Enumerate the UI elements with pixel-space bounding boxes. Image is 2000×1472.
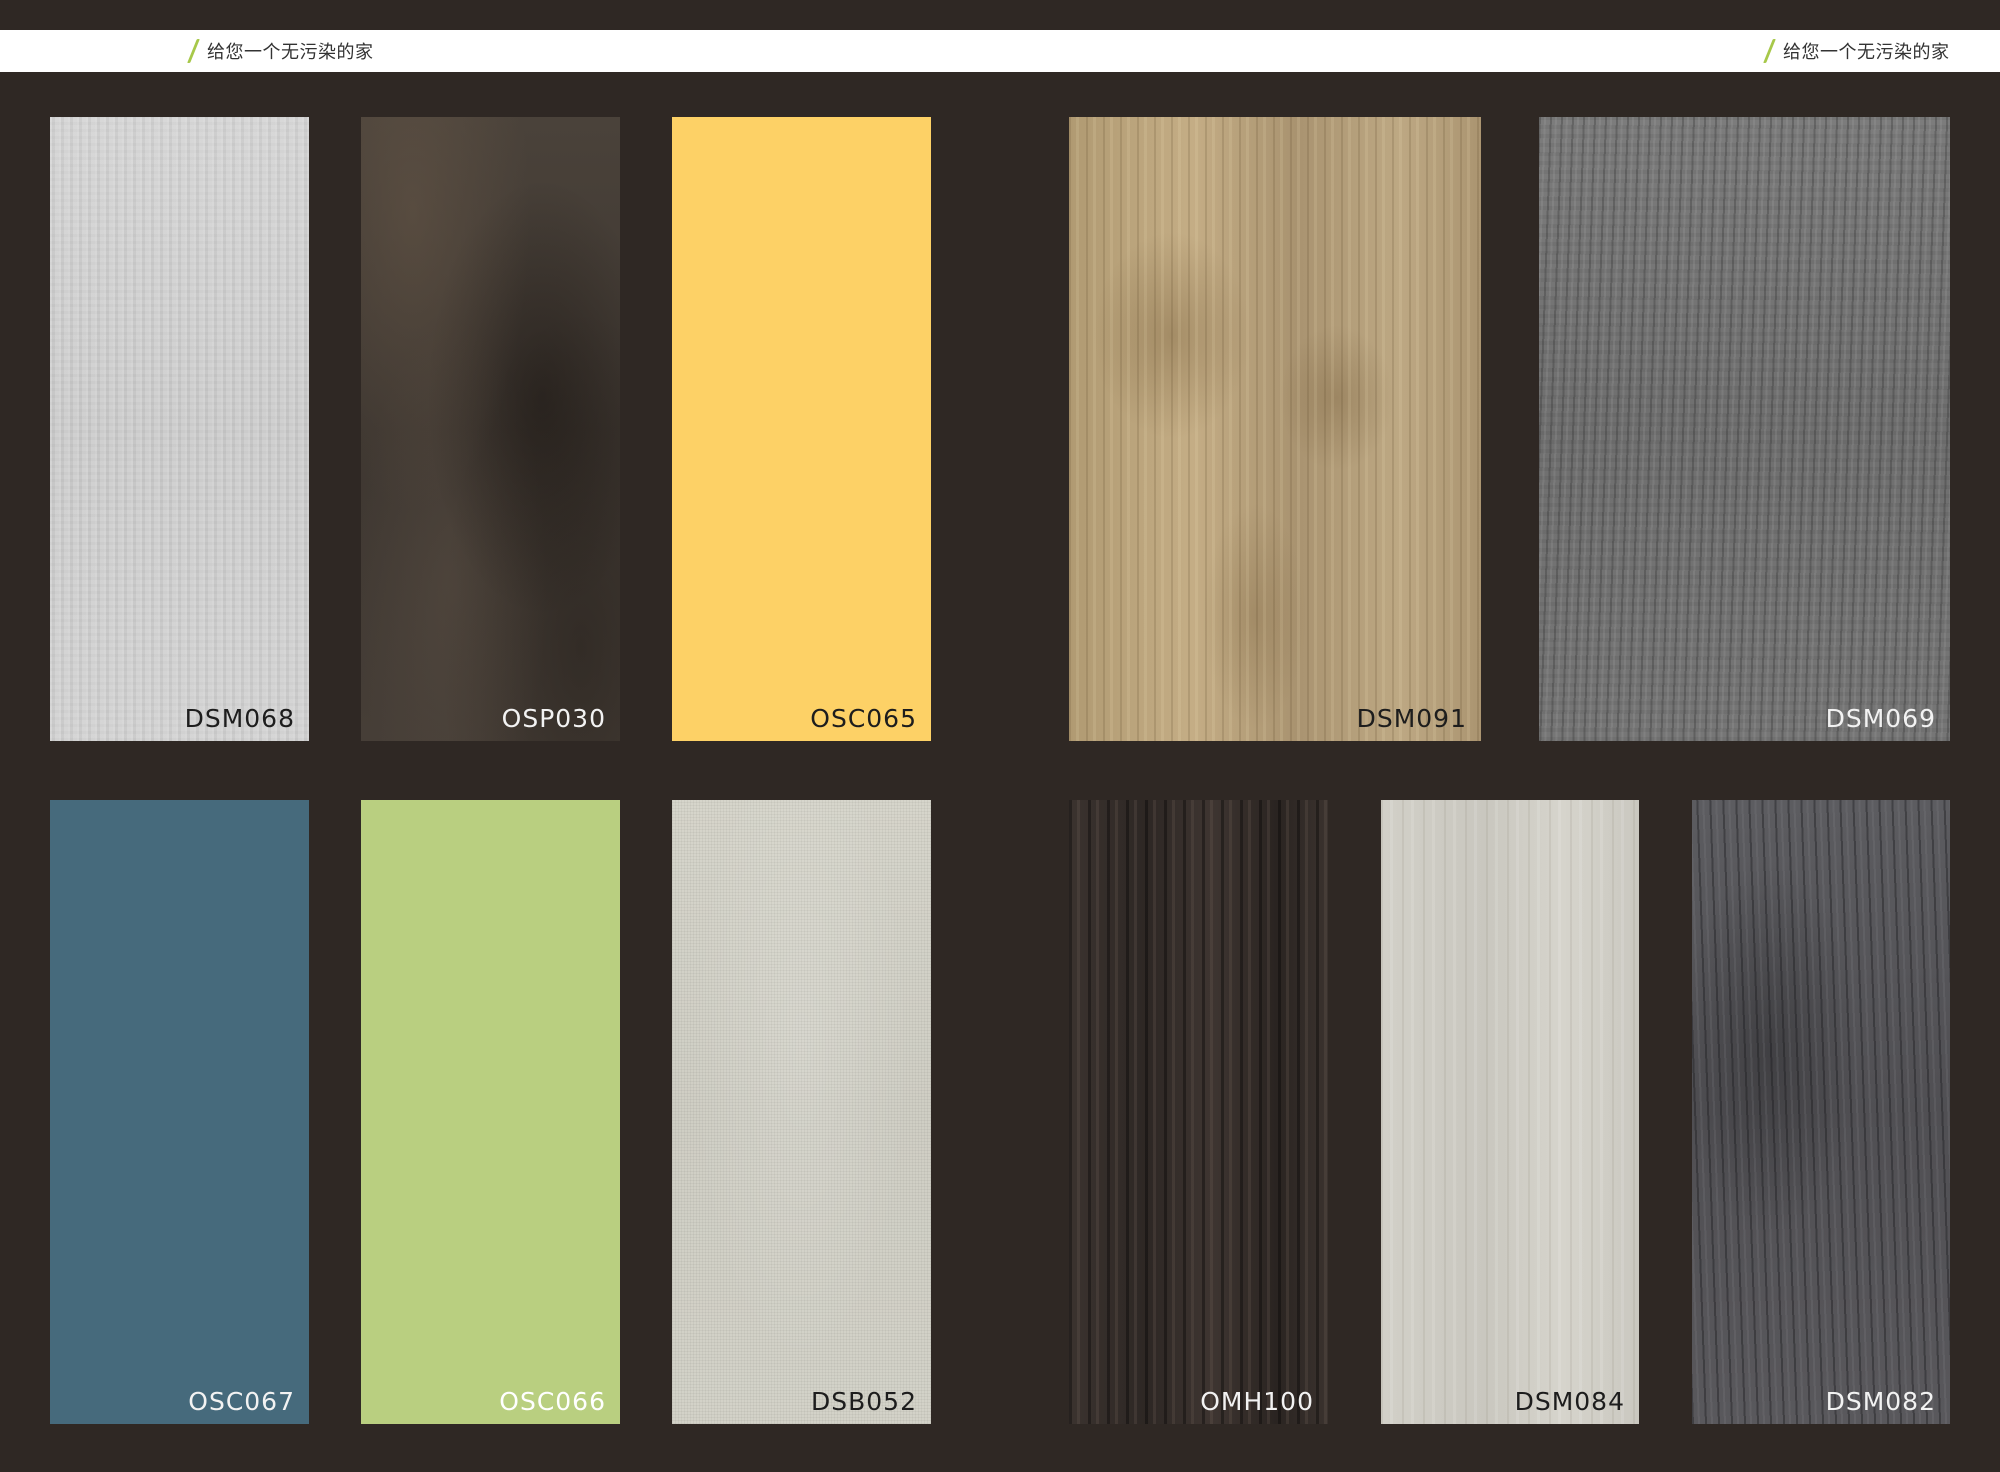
swatch-code: DSM069 [1825, 704, 1936, 733]
header-band: 给您一个无污染的家 给您一个无污染的家 [0, 30, 2000, 72]
slash-accent-icon [1763, 39, 1776, 63]
swatch-code: OSP030 [501, 704, 606, 733]
swatch-osc065: OSC065 [672, 117, 931, 741]
swatch-code: DSM084 [1514, 1387, 1625, 1416]
swatch-dsm068: DSM068 [50, 117, 309, 741]
catalog-page: 给您一个无污染的家 给您一个无污染的家 DSM068 OSP030 OSC065… [0, 0, 2000, 1472]
swatch-code: DSM082 [1825, 1387, 1936, 1416]
swatch-omh100: OMH100 [1069, 800, 1328, 1424]
swatch-dsm084: DSM084 [1381, 800, 1639, 1424]
swatch-code: DSB052 [811, 1387, 917, 1416]
tagline-right-text: 给您一个无污染的家 [1783, 42, 1950, 63]
swatch-code: OMH100 [1200, 1387, 1314, 1416]
slash-accent-icon [187, 39, 200, 63]
swatch-dsm091: DSM091 [1069, 117, 1481, 741]
swatch-dsm082: DSM082 [1692, 800, 1950, 1424]
tagline-right: 给您一个无污染的家 [1763, 30, 1950, 72]
swatch-dsb052: DSB052 [672, 800, 931, 1424]
tagline-left: 给您一个无污染的家 [187, 30, 374, 72]
swatch-osc067: OSC067 [50, 800, 309, 1424]
tagline-left-text: 给您一个无污染的家 [207, 42, 374, 63]
swatch-code: OSC066 [499, 1387, 606, 1416]
swatch-osp030: OSP030 [361, 117, 620, 741]
swatch-code: OSC067 [188, 1387, 295, 1416]
swatch-code: OSC065 [810, 704, 917, 733]
swatch-code: DSM068 [184, 704, 295, 733]
swatch-osc066: OSC066 [361, 800, 620, 1424]
swatch-dsm069: DSM069 [1539, 117, 1950, 741]
swatch-code: DSM091 [1356, 704, 1467, 733]
